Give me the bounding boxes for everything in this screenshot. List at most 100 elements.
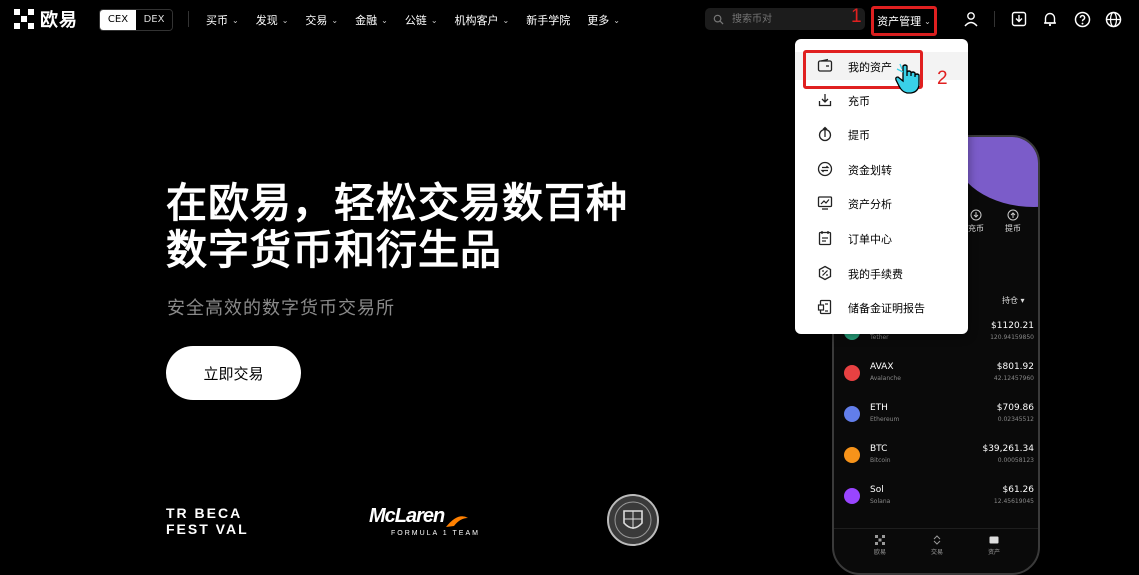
coin-row: AVAX Avalanche $801.92 42.12457960 — [844, 362, 1034, 396]
deposit-icon — [818, 94, 832, 107]
trade-tab-icon — [933, 535, 941, 545]
search-box[interactable] — [705, 8, 865, 30]
phone-tab-trade: 交易 — [917, 535, 957, 556]
dropdown-item-label: 我的手续费 — [848, 268, 903, 281]
hero-title-line-2: 数字货币和衍生品 — [166, 226, 502, 274]
coin-name: Tether — [870, 334, 889, 341]
coin-value: $1120.21 — [991, 321, 1034, 331]
brand-name: 欧易 — [40, 10, 78, 31]
bell-icon[interactable] — [1041, 10, 1059, 28]
nav-item-6[interactable]: 新手学院 — [526, 12, 570, 28]
manchester-city-crest-icon — [607, 494, 659, 546]
coin-symbol: BTC — [870, 444, 888, 454]
nav-item-7[interactable]: 更多 ⌄ — [587, 12, 620, 28]
coin-icon — [844, 488, 860, 504]
dex-toggle[interactable]: DEX — [136, 10, 172, 30]
holdings-header: 持仓 ▾ — [1002, 296, 1025, 305]
search-icon — [713, 14, 724, 25]
hero-title: 在欧易，轻松交易数百种 数字货币和衍生品 — [166, 180, 686, 274]
nav-item-label: 发现 — [255, 14, 278, 27]
dropdown-item-label: 资产分析 — [848, 198, 892, 211]
dropdown-item-2[interactable]: 提币 — [795, 120, 968, 148]
tribeca-festival-logo: TR BECA FEST VAL — [166, 505, 249, 537]
asset-management-label: 资产管理 — [877, 15, 922, 28]
dropdown-item-3[interactable]: 资金划转 — [795, 155, 968, 183]
coin-symbol: ETH — [870, 403, 888, 413]
coin-icon — [844, 365, 860, 381]
chevron-down-icon: ⌄ — [924, 16, 931, 26]
coin-value: $801.92 — [996, 362, 1034, 372]
withdraw-icon — [818, 126, 832, 142]
dropdown-item-label: 提币 — [848, 129, 870, 142]
nav-item-5[interactable]: 机构客户 ⌄ — [455, 12, 510, 28]
mclaren-logo: McLaren FORMULA 1 TEAM — [369, 505, 480, 537]
dropdown-item-6[interactable]: 我的手续费 — [795, 259, 968, 287]
dropdown-item-label: 资金划转 — [848, 164, 892, 177]
nav-item-label: 交易 — [305, 14, 328, 27]
chevron-down-icon: ⌄ — [430, 15, 438, 25]
nav-item-label: 机构客户 — [454, 14, 499, 27]
deposit-icon — [970, 209, 982, 221]
wallet-tab-icon — [989, 536, 999, 544]
analysis-icon — [817, 196, 833, 210]
nav-item-2[interactable]: 交易 ⌄ — [305, 12, 338, 28]
dropdown-item-5[interactable]: 订单中心 — [795, 224, 968, 252]
nav-item-3[interactable]: 金融 ⌄ — [355, 12, 388, 28]
chevron-down-icon: ⌄ — [613, 15, 620, 25]
phone-tab-label: 欧易 — [873, 549, 886, 556]
coin-quantity: 120.94159850 — [990, 334, 1034, 341]
dropdown-item-1[interactable]: 充币 — [795, 86, 968, 114]
top-nav: 欧易 CEX DEX 买币⌄发现⌄交易⌄金融⌄公链⌄机构客户⌄新手学院更多⌄ 1… — [0, 0, 1139, 38]
help-icon[interactable] — [1073, 10, 1091, 28]
nav-item-1[interactable]: 发现 ⌄ — [256, 12, 289, 28]
main-menu: 买币 ⌄ 发现 ⌄ 交易 ⌄ 金融 ⌄ 公链 ⌄ 机构客户 ⌄ 新手学院 更多 ⌄ — [206, 12, 620, 28]
trade-now-button[interactable]: 立即交易 — [166, 346, 301, 400]
hand-pointer-cursor-icon — [895, 63, 920, 94]
dropdown-item-4[interactable]: 资产分析 — [795, 189, 968, 217]
dropdown-item-label: 充币 — [848, 95, 870, 108]
user-icon[interactable] — [962, 10, 980, 28]
chevron-down-icon: ⌄ — [381, 15, 388, 25]
okx-tab-icon — [875, 535, 885, 545]
coin-row: ETH Ethereum $709.86 0.02345512 — [844, 403, 1034, 437]
phone-tab-label: 交易 — [930, 549, 943, 556]
coin-quantity: 0.00058123 — [997, 457, 1034, 464]
coin-icon — [844, 406, 860, 422]
tribeca-line-1: TR BECA — [166, 505, 243, 521]
nav-item-label: 买币 — [206, 14, 228, 27]
coin-icon — [844, 447, 860, 463]
nav-item-label: 更多 — [587, 14, 610, 27]
cex-toggle[interactable]: CEX — [100, 10, 136, 30]
order-icon — [818, 231, 832, 246]
step-marker-2: 2 — [937, 68, 948, 89]
chevron-down-icon: ⌄ — [232, 15, 239, 25]
asset-management-menu[interactable]: 资产管理 ⌄ — [871, 6, 937, 36]
coin-symbol: Sol — [870, 485, 884, 495]
phone-tab-assets: 资产 — [974, 535, 1014, 556]
search-input[interactable] — [730, 12, 854, 26]
brand-logo[interactable]: 欧易 — [14, 8, 78, 31]
phone-withdraw-label: 提币 — [1005, 224, 1021, 233]
phone-tab-bar: 欧易 交易 资产 — [834, 528, 1038, 573]
okx-logo-icon — [14, 9, 34, 29]
coin-value: $709.86 — [996, 403, 1034, 413]
globe-icon[interactable] — [1104, 10, 1122, 28]
coin-value: $61.26 — [1002, 485, 1035, 495]
chevron-down-icon: ⌄ — [331, 15, 339, 25]
coin-symbol: AVAX — [870, 362, 894, 372]
dropdown-item-7[interactable]: 储备金证明报告 — [795, 293, 968, 321]
transfer-icon — [817, 161, 833, 177]
coin-name: Avalanche — [870, 375, 901, 382]
exchange-toggle: CEX DEX — [99, 9, 173, 31]
nav-item-label: 新手学院 — [526, 14, 571, 27]
report-icon — [817, 299, 832, 315]
nav-item-4[interactable]: 公链 ⌄ — [405, 12, 438, 28]
nav-item-label: 金融 — [355, 14, 378, 27]
nav-item-label: 公链 — [404, 14, 427, 27]
coin-row: Sol Solana $61.26 12.45619045 — [844, 485, 1034, 519]
coin-name: Ethereum — [870, 416, 900, 423]
nav-item-0[interactable]: 买币 ⌄ — [206, 12, 239, 28]
phone-tab-okx: 欧易 — [860, 535, 900, 556]
withdraw-icon — [1007, 209, 1019, 221]
download-icon[interactable] — [1010, 10, 1028, 28]
